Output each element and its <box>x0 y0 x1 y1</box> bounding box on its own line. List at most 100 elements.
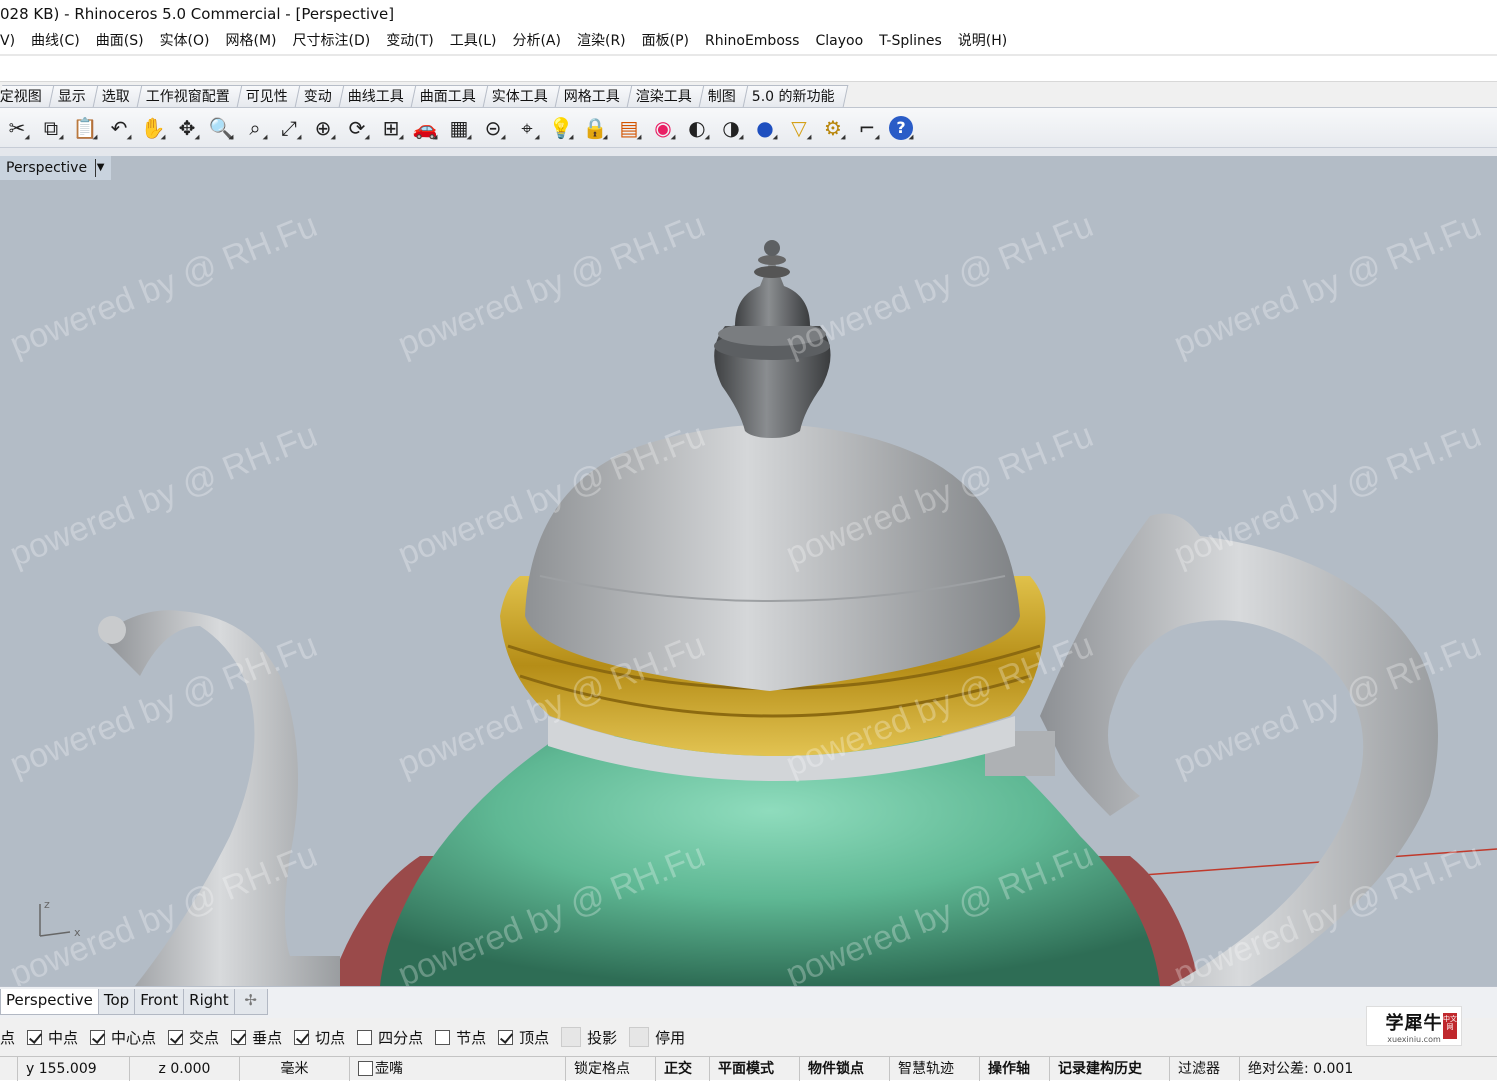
layer-name[interactable]: 壶嘴 <box>375 1057 403 1081</box>
osnap-checkbox[interactable] <box>357 1029 373 1045</box>
toolbar-tab[interactable]: 5.0 的新功能 <box>742 85 849 107</box>
menu-item[interactable]: 变动(T) <box>378 28 441 54</box>
toolbar-tab[interactable]: 实体工具 <box>482 85 562 107</box>
color-wheel-icon[interactable]: ◉ <box>646 111 680 145</box>
osnap-checkbox[interactable] <box>231 1029 247 1045</box>
car-icon[interactable]: 🚗 <box>408 111 442 145</box>
osnap-checkbox[interactable] <box>90 1029 106 1045</box>
undo-icon[interactable]: ↶ <box>102 111 136 145</box>
osnap-icon[interactable]: ⌖ <box>510 111 544 145</box>
osnap-checkbox[interactable] <box>294 1029 310 1045</box>
osnap-checkbox[interactable] <box>561 1027 582 1047</box>
osnap-checkbox[interactable] <box>27 1029 43 1045</box>
toolbar-tab[interactable]: 显示 <box>48 85 100 107</box>
osnap-item[interactable]: 四分点 <box>357 1027 423 1048</box>
menu-item[interactable]: 曲面(S) <box>88 28 152 54</box>
toolbar-tab[interactable]: 曲线工具 <box>338 85 418 107</box>
menu-item[interactable]: Clayoo <box>807 28 871 54</box>
copy-icon[interactable]: ⧉ <box>34 111 68 145</box>
menu-item[interactable]: 尺寸标注(D) <box>285 28 379 54</box>
menu-item[interactable]: RhinoEmboss <box>697 28 807 54</box>
filter-icon[interactable]: ▽ <box>782 111 816 145</box>
osnap-checkbox[interactable] <box>435 1029 451 1045</box>
zoom-extents-icon[interactable]: ⤢ <box>272 111 306 145</box>
zoom-icon[interactable]: 🔍 <box>204 111 238 145</box>
shade-icon[interactable]: ◐ <box>680 111 714 145</box>
toolbar-tab[interactable]: 网格工具 <box>554 85 634 107</box>
gumball-toggle[interactable]: 操作轴 <box>980 1056 1050 1081</box>
menu-item[interactable]: V) <box>0 28 23 54</box>
chevron-down-icon[interactable]: ▼ <box>95 159 105 177</box>
layer-icon[interactable]: ▤ <box>612 111 646 145</box>
help-icon[interactable]: ? <box>884 111 918 145</box>
osnap-item[interactable]: 投影 <box>561 1027 617 1048</box>
viewport-tab[interactable]: Top <box>97 989 136 1015</box>
osnap-checkbox[interactable] <box>498 1029 514 1045</box>
history-toggle[interactable]: 记录建构历史 <box>1050 1056 1170 1081</box>
osnap-item[interactable]: 顶点 <box>498 1027 549 1048</box>
toolbar-tab[interactable]: 变动 <box>294 85 346 107</box>
osnap-toggle[interactable]: 物件锁点 <box>800 1056 890 1081</box>
osnap-item[interactable]: 中心点 <box>90 1027 156 1048</box>
osnap-checkbox[interactable] <box>629 1027 650 1047</box>
toolbar-tab-label: 定视图 <box>0 89 42 105</box>
options-icon[interactable]: ⚙ <box>816 111 850 145</box>
osnap-item[interactable]: 停用 <box>629 1027 685 1048</box>
menu-item[interactable]: 面板(P) <box>634 28 697 54</box>
menu-item[interactable]: 曲线(C) <box>23 28 88 54</box>
toolbar-tab[interactable]: 定视图 <box>0 85 56 107</box>
menu-item[interactable]: 说明(H) <box>950 28 1015 54</box>
viewport-tab[interactable]: Right <box>183 989 235 1015</box>
layer-selector[interactable]: 壶嘴 <box>350 1056 566 1081</box>
toolbar-tab[interactable]: 曲面工具 <box>410 85 490 107</box>
render-sphere-icon[interactable]: ● <box>748 111 782 145</box>
axis-icon: z x <box>39 898 81 939</box>
filter-toggle[interactable]: 过滤器 <box>1170 1056 1240 1081</box>
toolbar-tab[interactable]: 可见性 <box>236 85 302 107</box>
toolbar-tab[interactable]: 制图 <box>698 85 750 107</box>
ortho-toggle[interactable]: 正交 <box>656 1056 710 1081</box>
paste-icon[interactable]: 📋 <box>68 111 102 145</box>
ortho-icon[interactable]: ⊝ <box>476 111 510 145</box>
menu-item[interactable]: 工具(L) <box>442 28 505 54</box>
rotate-icon[interactable]: ⟳ <box>340 111 374 145</box>
menu-item[interactable]: 渲染(R) <box>569 28 634 54</box>
cut-icon[interactable]: ✂ <box>0 111 34 145</box>
perspective-viewport[interactable]: powered by @ RH.Fu powered by @ RH.Fu po… <box>0 156 1497 986</box>
toolbar-tab[interactable]: 选取 <box>92 85 144 107</box>
osnap-item[interactable]: 点 <box>0 1027 15 1048</box>
viewport-title[interactable]: Perspective ▼ <box>0 156 112 180</box>
viewport-tab[interactable]: Perspective <box>0 989 99 1015</box>
render-preview-icon[interactable]: ◑ <box>714 111 748 145</box>
command-line[interactable] <box>0 54 1497 82</box>
zoom-selected-icon[interactable]: ⊕ <box>306 111 340 145</box>
osnap-checkbox[interactable] <box>168 1029 184 1045</box>
osnap-item[interactable]: 交点 <box>168 1027 219 1048</box>
grid-snap-toggle[interactable]: 锁定格点 <box>566 1056 656 1081</box>
osnap-item[interactable]: 中点 <box>27 1027 78 1048</box>
viewport-title-label[interactable]: Perspective <box>6 156 87 180</box>
menu-item[interactable]: T-Splines <box>871 28 950 54</box>
lock-icon[interactable]: 🔒 <box>578 111 612 145</box>
teapot-model[interactable] <box>0 156 1497 986</box>
menu-item[interactable]: 网格(M) <box>218 28 285 54</box>
add-viewport-tab-icon[interactable]: ✢ <box>233 989 268 1015</box>
rotate-view-icon[interactable]: ✥ <box>170 111 204 145</box>
osnap-item[interactable]: 切点 <box>294 1027 345 1048</box>
grid-icon[interactable]: ▦ <box>442 111 476 145</box>
osnap-item[interactable]: 节点 <box>435 1027 486 1048</box>
zoom-window-icon[interactable]: ⌕ <box>238 111 272 145</box>
smarttrack-toggle[interactable]: 智慧轨迹 <box>890 1056 980 1081</box>
layer-color-swatch[interactable] <box>358 1061 373 1076</box>
dimension-icon[interactable]: ⌐ <box>850 111 884 145</box>
osnap-item[interactable]: 垂点 <box>231 1027 282 1048</box>
planar-toggle[interactable]: 平面模式 <box>710 1056 800 1081</box>
toolbar-tab[interactable]: 渲染工具 <box>626 85 706 107</box>
toolbar-tab[interactable]: 工作视窗配置 <box>136 85 244 107</box>
four-viewports-icon[interactable]: ⊞ <box>374 111 408 145</box>
pan-icon[interactable]: ✋ <box>136 111 170 145</box>
menu-item[interactable]: 分析(A) <box>504 28 569 54</box>
viewport-tab[interactable]: Front <box>134 989 185 1015</box>
menu-item[interactable]: 实体(O) <box>152 28 218 54</box>
light-icon[interactable]: 💡 <box>544 111 578 145</box>
